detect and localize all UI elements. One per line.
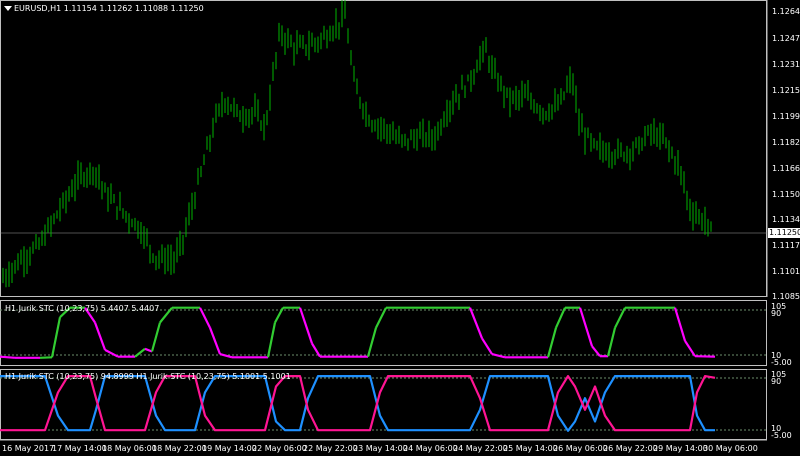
stc-panel-2-scale: -5.00 xyxy=(771,431,792,440)
main-panel-frame xyxy=(0,0,767,297)
stc-panel-2-scale: 90 xyxy=(771,377,782,386)
price-candles xyxy=(2,0,712,288)
price-tick: 1.11993 xyxy=(772,112,800,121)
stc-1-segment xyxy=(468,307,484,339)
price-tick: 1.11018 xyxy=(772,267,800,276)
stc-1-segment xyxy=(694,355,716,358)
stc-panel-1-scale: -5.00 xyxy=(771,358,792,367)
stc-1-segment xyxy=(266,322,277,358)
time-label: 19 May 14:00 xyxy=(202,444,257,453)
stc-1-segment xyxy=(554,307,567,329)
main-price-panel[interactable] xyxy=(0,0,768,297)
price-tick: 1.11826 xyxy=(772,138,800,147)
stc-1-segment xyxy=(606,327,617,357)
stc-panel-2-title: H1 Jurik STC (10,23,75) 94.8999 H1 Jurik… xyxy=(5,372,291,381)
stc-panel-2-lines xyxy=(0,375,716,432)
stc-1-segment xyxy=(144,347,153,353)
chart-canvas[interactable] xyxy=(0,0,800,456)
price-tick: 1.11665 xyxy=(772,164,800,173)
stc-2-line-a xyxy=(0,375,715,432)
stc-2-line-b xyxy=(0,375,716,432)
price-tick: 1.12154 xyxy=(772,86,800,95)
stc-panel-1-title: H1 Jurik STC (10,23,75) 5.4407 5.4407 xyxy=(5,304,160,313)
time-label: 18 May 06:00 xyxy=(102,444,157,453)
price-tick: 1.12310 xyxy=(772,60,800,69)
current-price-badge: 1.11250 xyxy=(768,228,800,238)
stc-1-segment xyxy=(491,353,506,359)
price-tick: 1.11178 xyxy=(772,241,800,250)
stc-1-segment xyxy=(0,355,16,359)
time-label: 17 May 14:00 xyxy=(52,444,107,453)
stc-1-segment xyxy=(219,353,233,359)
stc-1-segment xyxy=(684,340,696,357)
stc-1-segment xyxy=(199,307,211,329)
time-label: 22 May 22:00 xyxy=(303,444,358,453)
stc-1-segment xyxy=(104,348,119,358)
price-tick: 1.11504 xyxy=(772,190,800,199)
time-label: 26 May 22:00 xyxy=(603,444,658,453)
stc-1-segment xyxy=(93,322,107,351)
symbol-timeframe: EURUSD,H1 xyxy=(14,4,62,13)
stc-1-segment xyxy=(298,307,314,344)
ohlc-values: 1.11154 1.11262 1.11088 1.11250 xyxy=(63,4,204,13)
price-tick: 1.11343 xyxy=(772,215,800,224)
price-tick: 1.12643 xyxy=(772,7,800,16)
stc-1-segment xyxy=(546,327,558,358)
time-label: 18 May 22:00 xyxy=(152,444,207,453)
time-label: 16 May 2017 xyxy=(2,444,55,453)
price-tick: 1.12476 xyxy=(772,34,800,43)
stc-1-segment xyxy=(208,327,222,355)
time-label: 26 May 06:00 xyxy=(553,444,608,453)
time-label: 30 May 06:00 xyxy=(703,444,758,453)
symbol-label: EURUSD,H1 1.11154 1.11262 1.11088 1.1125… xyxy=(14,4,204,13)
time-label: 25 May 14:00 xyxy=(503,444,558,453)
price-tick: 1.10853 xyxy=(772,292,800,301)
stc-1-segment xyxy=(39,356,53,359)
stc-1-segment xyxy=(673,307,687,342)
stc-1-segment xyxy=(375,307,387,329)
stc-1-segment xyxy=(50,316,62,358)
stc-1-segment xyxy=(614,307,626,329)
stc-panel-1-lines xyxy=(0,306,716,359)
stc-1-segment xyxy=(578,307,594,347)
time-label: 24 May 06:00 xyxy=(403,444,458,453)
time-label: 23 May 14:00 xyxy=(353,444,408,453)
stc-1-segment xyxy=(366,327,378,357)
chart-menu-triangle-icon[interactable] xyxy=(4,6,12,11)
time-label: 24 May 22:00 xyxy=(453,444,508,453)
stc-panel-1-scale: 90 xyxy=(771,309,782,318)
stc-1-segment xyxy=(134,347,146,358)
time-label: 29 May 14:00 xyxy=(653,444,708,453)
time-label: 22 May 06:00 xyxy=(252,444,307,453)
stc-1-segment xyxy=(481,337,493,355)
stc-1-segment xyxy=(150,322,162,352)
